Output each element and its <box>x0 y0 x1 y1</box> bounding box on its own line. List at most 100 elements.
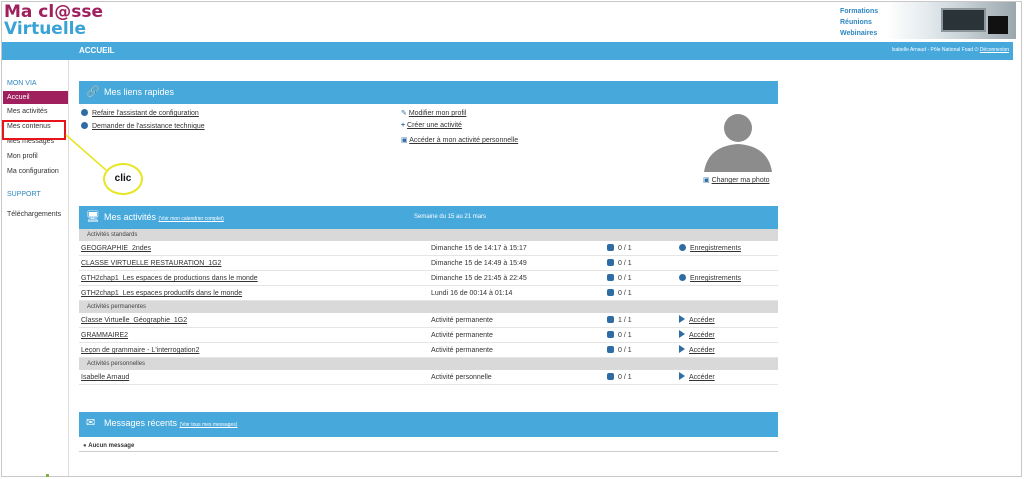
activities-header: 🖥 Mes activités (Voir mon calendrier com… <box>79 206 778 229</box>
users-icon <box>607 244 614 251</box>
activity-action-label[interactable]: Accéder <box>689 374 715 381</box>
pencil-icon: ✎ <box>401 110 409 117</box>
messages-panel: ✉ Messages récents (Voir tous mes messag… <box>79 412 778 452</box>
activity-name-link[interactable]: Isabelle Arnaud <box>81 370 129 385</box>
participants-value: 0 / 1 <box>618 275 632 282</box>
play-icon <box>679 315 685 323</box>
activity-schedule: Dimanche 15 de 14:49 à 15:49 <box>431 260 527 267</box>
table-row: CLASSE VIRTUELLE RESTAURATION_1G2 Dimanch… <box>79 256 778 271</box>
quick-link-create-activity-label[interactable]: Créer une activité <box>407 122 462 129</box>
record-icon <box>679 274 686 281</box>
footer-marker <box>46 474 49 477</box>
activities-title: Mes activités (Voir mon calendrier compl… <box>104 212 224 222</box>
profile-avatar <box>704 114 772 172</box>
play-icon <box>679 372 685 380</box>
activity-action-label[interactable]: Accéder <box>689 332 715 339</box>
table-row: GTH2chap1_Les espaces de productions dan… <box>79 271 778 286</box>
users-icon <box>607 274 614 281</box>
activity-schedule: Dimanche 15 de 21:45 à 22:45 <box>431 275 527 282</box>
activity-action[interactable]: Enregistrements <box>679 241 741 256</box>
table-row: GEOGRAPHIE_2ndes Dimanche 15 de 14:17 à 1… <box>79 241 778 256</box>
image-icon: ▣ <box>703 177 712 184</box>
activities-panel: 🖥 Mes activités (Voir mon calendrier com… <box>79 206 778 385</box>
messages-title: Messages récents (Voir tous mes messages… <box>104 418 237 428</box>
activity-schedule: Activité personnelle <box>431 374 492 381</box>
activity-name-link[interactable]: GEOGRAPHIE_2ndes <box>81 241 151 256</box>
table-row: Leçon de grammaire - L'interrogation2 Act… <box>79 343 778 358</box>
activity-section-header: Activités standards <box>79 229 778 241</box>
all-messages-link[interactable]: (Voir tous mes messages) <box>180 422 238 428</box>
participants-value: 0 / 1 <box>618 374 632 381</box>
quick-link-personal-activity[interactable]: ▣ Accéder à mon activité personnelle <box>401 136 518 144</box>
activity-name-link[interactable]: Leçon de grammaire - L'interrogation2 <box>81 343 199 358</box>
quick-link-create-activity[interactable]: + Créer une activité <box>401 122 462 129</box>
participants-count: 0 / 1 <box>607 271 632 286</box>
envelope-icon: ✉ <box>86 417 96 429</box>
participants-value: 0 / 1 <box>618 347 632 354</box>
help-icon <box>81 122 88 129</box>
monitor-icon: 🖥 <box>86 211 100 223</box>
calendar-link[interactable]: (Voir mon calendrier complet) <box>159 216 224 222</box>
table-row: GRAMMAIRE2 Activité permanente 0 / 1 Accéde… <box>79 328 778 343</box>
participants-count: 0 / 1 <box>607 286 632 301</box>
activity-action[interactable]: Accéder <box>679 313 715 328</box>
activity-action-label[interactable]: Accéder <box>689 347 715 354</box>
table-row: Classe Virtuelle_Géographie_1G2 Activité … <box>79 313 778 328</box>
no-message-row: ● Aucun message <box>79 440 778 452</box>
activity-name-link[interactable]: GTH2chap1_Les espaces de productions dan… <box>81 271 258 286</box>
participants-count: 0 / 1 <box>607 328 632 343</box>
participants-value: 1 / 1 <box>618 317 632 324</box>
activity-action-label[interactable]: Accéder <box>689 317 715 324</box>
users-icon <box>607 289 614 296</box>
activity-action[interactable]: Accéder <box>679 370 715 385</box>
table-row: GTH2chap1_Les espaces productifs dans le… <box>79 286 778 301</box>
users-icon <box>607 331 614 338</box>
messages-header: ✉ Messages récents (Voir tous mes messag… <box>79 412 778 437</box>
activity-schedule: Activité permanente <box>431 332 493 339</box>
activity-schedule: Activité permanente <box>431 317 493 324</box>
quick-link-wizard[interactable]: Refaire l'assistant de configuration <box>81 109 199 117</box>
change-photo-label[interactable]: Changer ma photo <box>712 177 770 184</box>
activity-schedule: Dimanche 15 de 14:17 à 15:17 <box>431 245 527 252</box>
change-photo-link[interactable]: ▣ Changer ma photo <box>703 176 770 184</box>
participants-count: 0 / 1 <box>607 370 632 385</box>
activity-action[interactable]: Accéder <box>679 328 715 343</box>
activity-section-header: Activités permanentes <box>79 301 778 313</box>
activity-action-label[interactable]: Enregistrements <box>690 275 741 282</box>
activity-section-header: Activités personnelles <box>79 358 778 370</box>
quick-link-assistance[interactable]: Demander de l'assistance technique <box>81 122 205 130</box>
link-icon: 🔗 <box>86 86 100 98</box>
quick-link-wizard-label[interactable]: Refaire l'assistant de configuration <box>92 110 199 117</box>
quick-link-personal-activity-label[interactable]: Accéder à mon activité personnelle <box>409 137 518 144</box>
users-icon <box>607 316 614 323</box>
activity-name-link[interactable]: GTH2chap1_Les espaces productifs dans le… <box>81 286 242 301</box>
participants-count: 1 / 1 <box>607 313 632 328</box>
week-label: Semaine du 15 au 21 mars <box>414 214 487 220</box>
activity-schedule: Activité permanente <box>431 347 493 354</box>
quick-links-title: Mes liens rapides <box>104 87 175 97</box>
activity-schedule: Lundi 16 de 00:14 à 01:14 <box>431 290 513 297</box>
quick-link-assistance-label[interactable]: Demander de l'assistance technique <box>92 123 205 130</box>
quick-link-edit-profile-label[interactable]: Modifier mon profil <box>409 110 467 117</box>
participants-count: 0 / 1 <box>607 241 632 256</box>
activity-action[interactable]: Enregistrements <box>679 271 741 286</box>
users-icon <box>607 373 614 380</box>
messages-title-text: Messages récents <box>104 418 178 428</box>
participants-value: 0 / 1 <box>618 332 632 339</box>
participants-value: 0 / 1 <box>618 290 632 297</box>
play-icon <box>679 345 685 353</box>
screen-icon: ▣ <box>401 137 410 144</box>
users-icon <box>607 259 614 266</box>
participants-value: 0 / 1 <box>618 245 632 252</box>
participants-count: 0 / 1 <box>607 343 632 358</box>
activity-name-link[interactable]: CLASSE VIRTUELLE RESTAURATION_1G2 <box>81 256 221 271</box>
activity-name-link[interactable]: Classe Virtuelle_Géographie_1G2 <box>81 313 187 328</box>
activity-action-label[interactable]: Enregistrements <box>690 245 741 252</box>
participants-count: 0 / 1 <box>607 256 632 271</box>
quick-link-edit-profile[interactable]: ✎ Modifier mon profil <box>401 109 466 117</box>
quick-links-header: 🔗 Mes liens rapides <box>79 81 778 104</box>
activity-action[interactable]: Accéder <box>679 343 715 358</box>
gear-icon <box>81 109 88 116</box>
activity-name-link[interactable]: GRAMMAIRE2 <box>81 328 128 343</box>
participants-value: 0 / 1 <box>618 260 632 267</box>
